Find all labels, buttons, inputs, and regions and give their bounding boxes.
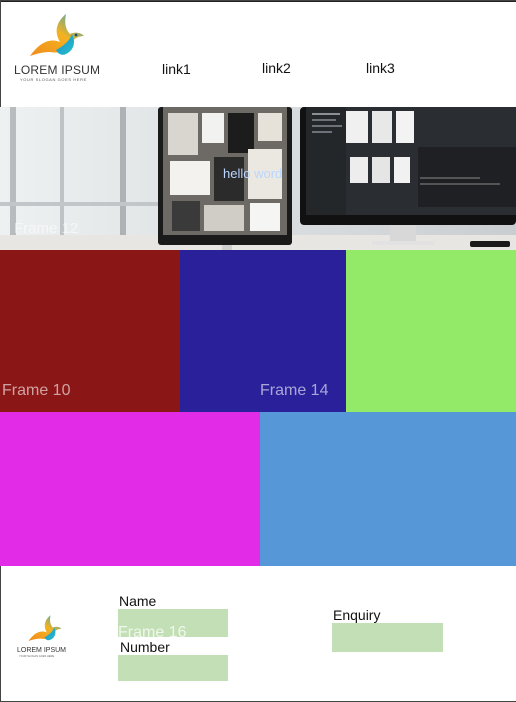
footer-logo-slogan: YOUR SLOGAN GOES HERE [19,655,55,658]
number-label: Number [120,639,170,655]
number-field[interactable] [118,655,228,681]
enquiry-field[interactable] [332,623,443,652]
name-field[interactable] [118,609,228,637]
top-border [0,0,516,2]
tile-label: Frame 14 [260,382,329,399]
nav-link-3[interactable]: link3 [366,60,395,76]
nav-link-2[interactable]: link2 [262,60,291,76]
hero-heading: hello word [223,166,283,181]
tile-frame-14: Frame 14 [180,250,346,412]
nav-link-1[interactable]: link1 [162,61,191,77]
tile-green [346,250,516,412]
bird-logo-icon [30,14,84,56]
hero-banner: hello word Frame 12 [0,107,516,250]
tile-frame-10: Frame 10 [0,250,180,412]
hero-frame-label: Frame 12 [14,220,79,237]
logo-slogan: YOUR SLOGAN GOES HERE [20,77,87,82]
brand-logo[interactable]: LOREM IPSUM YOUR SLOGAN GOES HERE [12,12,102,82]
enquiry-label: Enquiry [333,607,381,623]
tile-label: Frame 10 [2,382,71,399]
tile-blue [260,412,516,566]
footer-logo-title: LOREM IPSUM [17,647,67,654]
footer-logo[interactable]: LOREM IPSUM YOUR SLOGAN GOES HERE [16,614,72,660]
tile-magenta [0,412,260,566]
bird-logo-icon [28,615,62,642]
name-label: Name [119,593,157,609]
logo-title: LOREM IPSUM [14,63,101,77]
